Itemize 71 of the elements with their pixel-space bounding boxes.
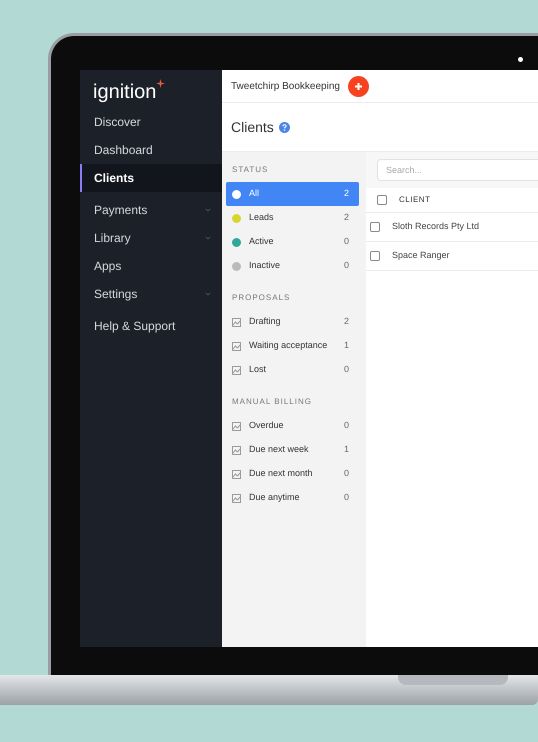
row-checkbox[interactable] [370,222,380,232]
image-icon [232,470,241,478]
filter-label: Waiting acceptance [249,339,328,352]
filter-label: Due next month [249,467,314,480]
filter-count: 0 [344,259,349,272]
help-icon[interactable] [278,122,290,132]
filter-count: 2 [344,315,349,328]
search-field[interactable]: Search... [377,159,538,181]
logo: ignition [93,82,156,102]
select-all-checkbox[interactable] [377,195,387,205]
row-checkbox[interactable] [370,251,380,261]
filter-label: Lost [249,363,268,376]
filter-label: Overdue [249,419,285,432]
filter-count: 0 [344,419,349,432]
chevron-icon [204,234,212,242]
section-heading: PROPOSALS [231,292,292,304]
filter-count: 0 [344,363,349,376]
image-icon [232,446,241,454]
filter-item[interactable]: Leads 2 [226,206,359,230]
filter-item[interactable]: Drafting 2 [226,310,359,334]
camera-icon [518,57,523,62]
sidebar-item[interactable]: Settings [80,280,222,308]
image-icon [232,318,241,326]
section-heading: MANUAL BILLING [231,396,313,408]
sidebar-item[interactable]: Payments [80,196,222,224]
filter-item[interactable]: Overdue 0 [226,414,359,438]
filter-label: Leads [249,211,275,224]
image-icon [232,422,241,430]
sidebar-item[interactable]: Apps [80,252,222,280]
filter-item[interactable]: Waiting acceptance 1 [226,334,359,358]
filter-item[interactable]: Inactive 0 [226,254,359,278]
filter-label: All [249,187,260,200]
image-icon [232,342,241,350]
filter-item[interactable]: All 2 [226,182,359,206]
sidebar-item[interactable]: Library [80,224,222,252]
filter-item[interactable]: Due anytime 0 [226,486,359,510]
filter-item[interactable]: Lost 0 [226,358,359,382]
filter-item[interactable]: Due next week 1 [226,438,359,462]
sidebar-item[interactable]: Clients [80,164,222,192]
filter-label: Due next week [249,443,310,456]
filter-count: 0 [344,491,349,504]
page-title: Clients [231,118,274,136]
image-icon [232,366,241,374]
filter-label: Drafting [249,315,282,328]
spark-icon [156,79,166,88]
sidebar-item[interactable]: Discover [80,108,222,136]
add-button[interactable] [348,76,369,96]
column-header: CLIENT [399,194,430,206]
filter-item[interactable]: Due next month 0 [226,462,359,486]
business-name: Tweetchirp Bookkeeping [231,80,340,94]
table-row[interactable]: Space Ranger [366,242,538,271]
filter-count: 0 [344,235,349,248]
client-name: Space Ranger [392,249,450,262]
section-heading: STATUS [231,164,270,176]
filter-count: 1 [344,443,349,456]
client-name: Sloth Records Pty Ltd [392,220,480,234]
filter-label: Inactive [249,259,282,272]
filter-count: 2 [344,187,349,200]
filter-count: 2 [344,211,349,224]
chevron-icon [204,290,212,298]
filter-item[interactable]: Active 0 [226,230,359,254]
filter-count: 1 [344,339,349,352]
filter-label: Active [249,235,275,248]
plus-icon [354,82,363,90]
chevron-icon [204,206,212,214]
filter-label: Due anytime [249,491,301,504]
sidebar-item[interactable]: Dashboard [80,136,222,164]
filter-count: 0 [344,467,349,480]
sidebar-item[interactable]: Help & Support [80,312,222,340]
image-icon [232,494,241,502]
table-row[interactable]: Sloth Records Pty Ltd [366,213,538,242]
